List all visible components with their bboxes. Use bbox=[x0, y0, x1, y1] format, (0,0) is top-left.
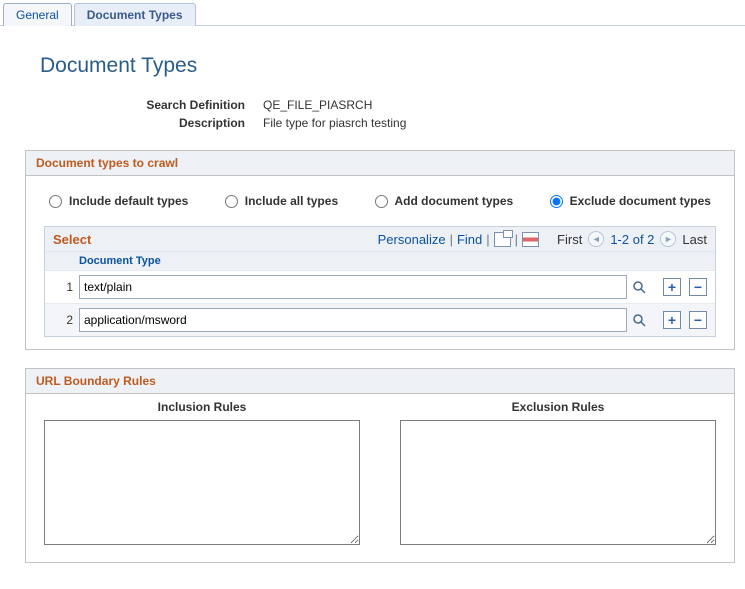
table-row: 2 +− bbox=[45, 303, 715, 336]
tab-document-types[interactable]: Document Types bbox=[74, 3, 196, 26]
radio-include-default-types-label: Include default types bbox=[69, 194, 188, 208]
radio-exclude-document-types[interactable]: Exclude document types bbox=[550, 194, 711, 208]
separator: | bbox=[515, 232, 518, 247]
radio-include-all-types[interactable]: Include all types bbox=[225, 194, 338, 208]
page-title: Document Types bbox=[40, 54, 745, 78]
table-row: 1 +− bbox=[45, 270, 715, 303]
grid-nav-last[interactable]: Last bbox=[682, 232, 707, 247]
grid-nav-first[interactable]: First bbox=[557, 232, 582, 247]
grid-download-icon[interactable] bbox=[522, 232, 539, 247]
radio-include-default-types-input[interactable] bbox=[49, 195, 62, 208]
exclusion-rules-textarea[interactable] bbox=[400, 420, 716, 545]
radio-include-default-types[interactable]: Include default types bbox=[49, 194, 188, 208]
section-document-types-to-crawl: Document types to crawl Include default … bbox=[25, 150, 735, 350]
row-number: 2 bbox=[53, 313, 79, 327]
radio-add-document-types-input[interactable] bbox=[375, 195, 388, 208]
radio-add-document-types-label: Add document types bbox=[395, 194, 514, 208]
grid-next-icon[interactable]: ► bbox=[660, 231, 676, 247]
lookup-icon[interactable] bbox=[631, 312, 647, 328]
lookup-icon[interactable] bbox=[631, 279, 647, 295]
grid-popup-icon[interactable] bbox=[494, 232, 511, 247]
grid-range: 1-2 of 2 bbox=[610, 232, 654, 247]
section-title-crawl: Document types to crawl bbox=[26, 151, 734, 176]
document-type-input[interactable] bbox=[79, 275, 627, 299]
grid-title: Select bbox=[53, 232, 91, 247]
radio-exclude-document-types-label: Exclude document types bbox=[570, 194, 711, 208]
description-value: File type for piasrch testing bbox=[263, 116, 406, 130]
add-row-button[interactable]: + bbox=[663, 278, 681, 296]
separator: | bbox=[486, 232, 489, 247]
description-label: Description bbox=[40, 116, 263, 130]
section-url-boundary-rules: URL Boundary Rules Inclusion Rules Exclu… bbox=[25, 368, 735, 563]
inclusion-rules-label: Inclusion Rules bbox=[44, 400, 360, 414]
radio-add-document-types[interactable]: Add document types bbox=[375, 194, 514, 208]
radio-exclude-document-types-input[interactable] bbox=[550, 195, 563, 208]
search-definition-value: QE_FILE_PIASRCH bbox=[263, 98, 372, 112]
exclusion-rules-label: Exclusion Rules bbox=[400, 400, 716, 414]
add-row-button[interactable]: + bbox=[663, 311, 681, 329]
section-title-boundary: URL Boundary Rules bbox=[26, 369, 734, 394]
document-type-input[interactable] bbox=[79, 308, 627, 332]
definition-fields: Search Definition QE_FILE_PIASRCH Descri… bbox=[40, 98, 745, 130]
tab-general[interactable]: General bbox=[3, 3, 72, 26]
grid-find-link[interactable]: Find bbox=[457, 232, 482, 247]
grid-header-document-type[interactable]: Document Type bbox=[79, 255, 707, 267]
search-definition-label: Search Definition bbox=[40, 98, 263, 112]
delete-row-button[interactable]: − bbox=[689, 278, 707, 296]
radio-include-all-types-label: Include all types bbox=[245, 194, 338, 208]
delete-row-button[interactable]: − bbox=[689, 311, 707, 329]
grid-personalize-link[interactable]: Personalize bbox=[378, 232, 446, 247]
radio-include-all-types-input[interactable] bbox=[225, 195, 238, 208]
separator: | bbox=[450, 232, 453, 247]
row-number: 1 bbox=[53, 280, 79, 294]
crawl-type-radio-group: Include default types Include all types … bbox=[49, 194, 711, 208]
document-type-grid: Select Personalize | Find | | First ◄ 1-… bbox=[44, 226, 716, 337]
inclusion-rules-textarea[interactable] bbox=[44, 420, 360, 545]
grid-prev-icon[interactable]: ◄ bbox=[588, 231, 604, 247]
